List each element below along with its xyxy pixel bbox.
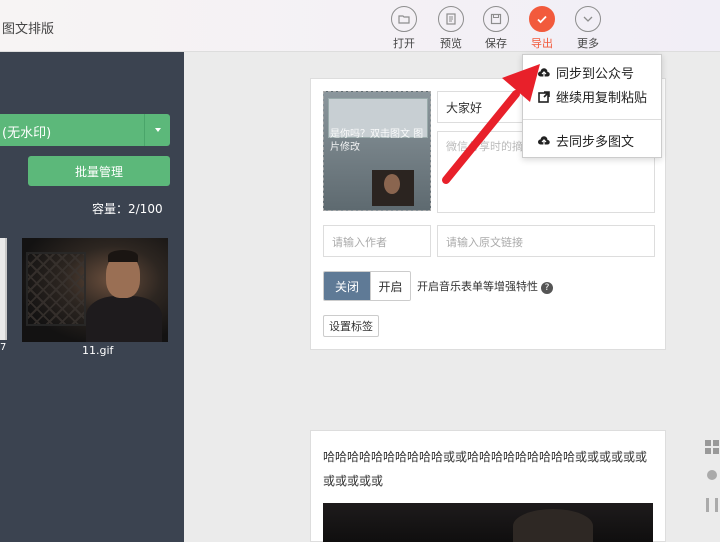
more-button[interactable]: 更多	[568, 6, 608, 50]
partial-thumbnail-caption: 7	[0, 342, 7, 353]
toggle-off-button[interactable]: 关闭	[324, 272, 370, 300]
image-thumbnail[interactable]	[22, 238, 168, 342]
menu-item-label: 继续用复制粘贴	[556, 91, 648, 106]
source-link-input[interactable]: 请输入原文链接	[437, 225, 655, 257]
bar-chart-icon[interactable]	[706, 498, 718, 512]
cover-image[interactable]: 是你吗？双击图文 图片修改	[323, 91, 431, 211]
save-icon	[483, 6, 509, 32]
preview-label: 预览	[440, 37, 462, 50]
preview-icon	[438, 6, 464, 32]
copy-paste-item[interactable]: 继续用复制粘贴	[537, 87, 647, 106]
help-icon[interactable]: ?	[541, 282, 553, 294]
menu-item-label: 去同步多图文	[556, 135, 635, 150]
thumbnail-caption: 11.gif	[82, 344, 114, 357]
thumbnail-background	[26, 252, 86, 326]
sync-to-official-account-item[interactable]: 同步到公众号	[537, 63, 634, 82]
cover-mini-photo	[372, 170, 414, 206]
export-dropdown-menu: 同步到公众号 继续用复制粘贴 去同步多图文	[522, 54, 662, 158]
partial-thumbnail[interactable]	[0, 238, 7, 340]
gear-icon[interactable]	[707, 470, 717, 480]
sync-multi-article-item[interactable]: 去同步多图文	[537, 131, 634, 150]
save-label: 保存	[485, 37, 507, 50]
article-body-image[interactable]	[323, 503, 653, 542]
save-button[interactable]: 保存	[476, 6, 516, 50]
sidebar: (无水印) 批量管理 容量：2/100 7 11.gif	[0, 52, 184, 542]
checkmark-icon	[529, 6, 555, 32]
caret-down-icon	[144, 114, 170, 146]
article-body-text[interactable]: 哈哈哈哈哈哈哈哈哈哈或或哈哈哈哈哈哈哈哈哈或或或或或或或或或或或	[323, 445, 655, 493]
cover-overlay-text: 是你吗？双击图文 图片修改	[330, 129, 424, 153]
open-button[interactable]: 打开	[384, 6, 424, 50]
export-label: 导出	[531, 37, 553, 50]
open-label: 打开	[393, 37, 415, 50]
menu-separator	[523, 119, 661, 120]
thumbnail-figure-body	[86, 296, 162, 342]
music-feature-label: 开启音乐表单等增强特性?	[417, 278, 553, 294]
music-feature-text: 开启音乐表单等增强特性	[417, 280, 538, 293]
grid-icon[interactable]	[705, 440, 719, 454]
top-toolbar: 图文排版 打开 预览 保存 导出 更多	[0, 0, 720, 52]
export-button[interactable]: 导出	[522, 6, 562, 50]
watermark-select-value: (无水印)	[2, 126, 52, 141]
music-toggle: 关闭 开启	[323, 271, 411, 301]
chevron-down-icon	[575, 6, 601, 32]
set-tags-button[interactable]: 设置标签	[323, 315, 379, 337]
preview-button[interactable]: 预览	[431, 6, 471, 50]
cloud-upload-icon	[538, 67, 550, 77]
external-link-icon	[538, 90, 550, 103]
article-body-card: 哈哈哈哈哈哈哈哈哈哈或或哈哈哈哈哈哈哈哈哈或或或或或或或或或或或	[310, 430, 666, 542]
menu-item-label: 同步到公众号	[556, 67, 635, 82]
author-input[interactable]: 请输入作者	[323, 225, 431, 257]
more-label: 更多	[577, 37, 599, 50]
thumbnail-figure-hair	[108, 250, 138, 262]
app-title: 图文排版	[2, 22, 55, 37]
cloud-upload-icon	[538, 135, 550, 145]
capacity-label: 容量：2/100	[92, 202, 163, 216]
watermark-select[interactable]: (无水印)	[0, 114, 170, 146]
folder-icon	[391, 6, 417, 32]
batch-manage-button[interactable]: 批量管理	[28, 156, 170, 186]
toggle-on-button[interactable]: 开启	[370, 272, 410, 300]
